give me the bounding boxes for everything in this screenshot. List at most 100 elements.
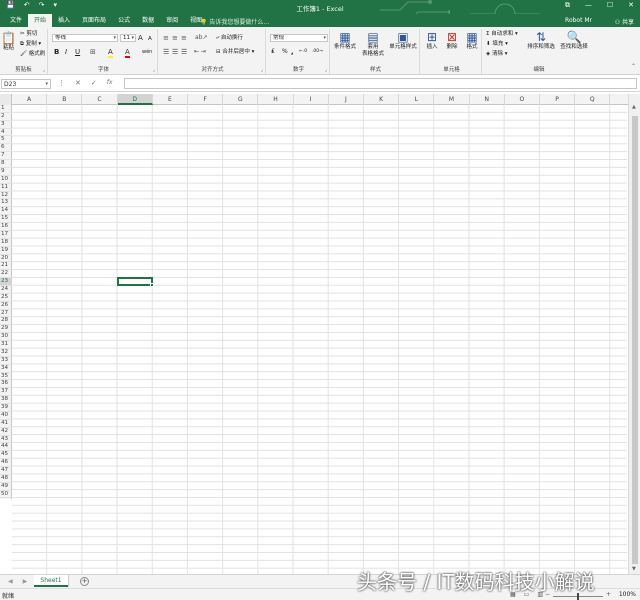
dialog-launcher-icon[interactable]: ⌟: [325, 67, 327, 73]
row-header[interactable]: 43: [0, 436, 12, 444]
column-header[interactable]: O: [505, 94, 540, 105]
find-select-button[interactable]: 🔍 查找和选择: [558, 30, 590, 51]
row-header[interactable]: 47: [0, 467, 12, 475]
row-header[interactable]: 33: [0, 357, 12, 365]
tab-file[interactable]: 文件: [4, 14, 28, 27]
ribbon-display-icon[interactable]: ⧉: [565, 2, 570, 9]
row-header[interactable]: 29: [0, 325, 12, 334]
column-header[interactable]: P: [540, 94, 576, 105]
row-header[interactable]: 49: [0, 483, 12, 491]
dialog-launcher-icon[interactable]: ⌟: [43, 67, 45, 73]
cell-styles-button[interactable]: ▣ 单元格样式: [386, 30, 420, 51]
row-header[interactable]: 1: [0, 105, 12, 113]
row-header[interactable]: 6: [0, 144, 12, 153]
column-header[interactable]: G: [223, 94, 259, 105]
row-header[interactable]: 38: [0, 396, 12, 405]
merge-center-button[interactable]: ⊟ 合并后居中 ▾: [216, 48, 254, 56]
row-header[interactable]: 22: [0, 270, 12, 279]
column-header[interactable]: N: [470, 94, 505, 105]
column-header[interactable]: Q: [575, 94, 611, 105]
vertical-scrollbar[interactable]: ▲ ▼: [628, 94, 640, 574]
paste-button[interactable]: 📋 粘贴: [0, 31, 17, 52]
currency-button[interactable]: ₤: [271, 48, 275, 56]
insert-cells-button[interactable]: ⊞ 插入: [422, 30, 442, 51]
row-header[interactable]: 18: [0, 239, 12, 247]
row-header[interactable]: 36: [0, 380, 12, 389]
row-header[interactable]: 5: [0, 136, 12, 145]
zoom-in-icon[interactable]: +: [606, 591, 611, 598]
column-header[interactable]: D: [117, 94, 153, 105]
column-header[interactable]: C: [82, 94, 118, 105]
row-header[interactable]: 24: [0, 286, 12, 294]
indent-icon[interactable]: ⇤ ⇥: [194, 48, 206, 56]
sort-filter-button[interactable]: ⇅ 排序和筛选: [526, 30, 556, 51]
border-icon[interactable]: ⊞: [90, 48, 96, 56]
row-header[interactable]: 16: [0, 223, 12, 231]
row-header[interactable]: 15: [0, 215, 12, 224]
column-header[interactable]: I: [294, 94, 329, 105]
fill-handle[interactable]: [149, 283, 154, 288]
format-cells-button[interactable]: ▦ 格式: [462, 30, 482, 51]
row-header[interactable]: 50: [0, 491, 12, 499]
tab-review[interactable]: 审阅: [160, 14, 184, 27]
row-header[interactable]: 2: [0, 113, 12, 121]
prev-sheet-icon[interactable]: ◀: [8, 578, 13, 585]
cut-button[interactable]: ✂ 剪切: [20, 30, 37, 38]
clear-button[interactable]: ◈ 清除 ▾: [486, 50, 508, 58]
font-size-select[interactable]: 11 ▾: [120, 34, 136, 42]
conditional-format-button[interactable]: ▦ 条件格式: [332, 30, 358, 51]
tab-home[interactable]: 开始: [28, 14, 53, 27]
row-header[interactable]: 39: [0, 404, 12, 412]
wrap-text-button[interactable]: ⤶ 自动换行: [216, 34, 243, 42]
tab-page-layout[interactable]: 页面布局: [76, 14, 112, 27]
align-left-icon[interactable]: ☰: [163, 48, 169, 56]
autosum-button[interactable]: Σ 自动求和 ▾: [486, 30, 518, 38]
maximize-icon[interactable]: ☐: [607, 2, 613, 9]
italic-button[interactable]: I: [65, 48, 67, 56]
active-cell[interactable]: [116, 277, 154, 288]
row-header[interactable]: 10: [0, 176, 12, 184]
column-header[interactable]: A: [12, 94, 48, 105]
row-header[interactable]: 35: [0, 373, 12, 381]
align-center-icon[interactable]: ☰: [172, 48, 178, 56]
tab-formulas[interactable]: 公式: [112, 14, 136, 27]
select-all-corner[interactable]: [0, 94, 12, 105]
column-header[interactable]: M: [434, 94, 470, 105]
row-header[interactable]: 14: [0, 207, 12, 216]
scroll-down-icon[interactable]: ▼: [632, 566, 636, 572]
grow-font-button[interactable]: A: [138, 34, 143, 42]
row-header[interactable]: 11: [0, 184, 12, 192]
zoom-percent[interactable]: 100%: [619, 591, 636, 598]
row-header[interactable]: 41: [0, 420, 12, 428]
row-header[interactable]: 26: [0, 302, 12, 310]
sheet-tab-sheet1[interactable]: Sheet1: [34, 575, 68, 587]
share-button[interactable]: ⚇ 共享: [615, 17, 634, 26]
row-header[interactable]: 7: [0, 152, 12, 161]
column-header[interactable]: K: [364, 94, 400, 105]
row-header[interactable]: 42: [0, 428, 12, 436]
percent-button[interactable]: %: [282, 48, 288, 56]
column-header[interactable]: L: [399, 94, 435, 105]
dialog-launcher-icon[interactable]: ⌟: [261, 67, 263, 73]
row-header[interactable]: 3: [0, 121, 12, 129]
row-header[interactable]: 4: [0, 129, 12, 137]
close-icon[interactable]: ✕: [628, 2, 634, 9]
row-header[interactable]: 13: [0, 199, 12, 208]
fill-color-button[interactable]: A: [108, 48, 113, 58]
number-format-select[interactable]: 常规 ▾: [270, 34, 328, 42]
tab-data[interactable]: 数据: [136, 14, 160, 27]
font-color-button[interactable]: A: [125, 48, 130, 58]
increase-decimal-button[interactable]: ←.0: [299, 48, 307, 56]
format-as-table-button[interactable]: ▤ 套用 表格格式: [358, 30, 388, 58]
phonetic-button[interactable]: wén: [142, 48, 152, 56]
bold-button[interactable]: B: [54, 48, 59, 56]
align-top-icon[interactable]: ≡: [163, 34, 169, 42]
row-header[interactable]: 8: [0, 160, 12, 168]
cell-area[interactable]: [12, 105, 627, 574]
column-header[interactable]: H: [258, 94, 294, 105]
align-middle-icon[interactable]: ≡: [172, 34, 178, 42]
insert-function-icon[interactable]: fx: [107, 79, 113, 87]
name-box[interactable]: D23 ▾: [1, 79, 51, 89]
row-header[interactable]: 9: [0, 168, 12, 176]
formula-input[interactable]: [124, 78, 637, 89]
